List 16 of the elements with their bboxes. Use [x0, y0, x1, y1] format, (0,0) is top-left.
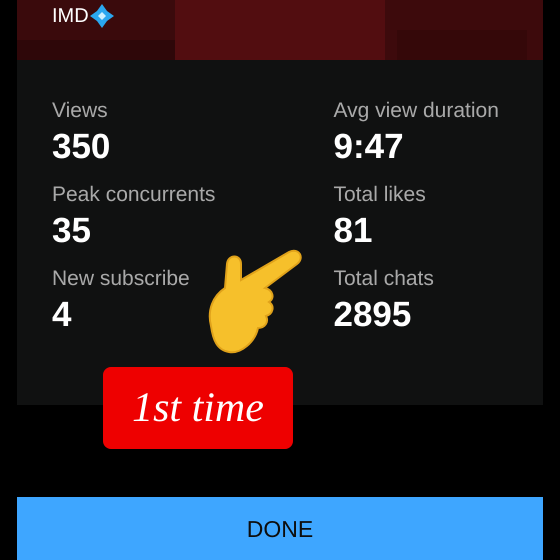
diamond-logo-icon — [88, 3, 115, 29]
stat-label: New subscribe — [52, 266, 191, 292]
stat-label: Total likes — [334, 182, 427, 208]
brand-name: IMD — [52, 4, 89, 29]
time-sticker: 1st time — [103, 367, 293, 449]
stat-value: 4 — [52, 294, 72, 336]
stat-label: Views — [52, 98, 109, 124]
stat-value: 81 — [334, 210, 374, 252]
stat-value: 350 — [52, 126, 112, 168]
stat-label: Total chats — [334, 266, 435, 292]
done-button[interactable]: DONE — [17, 497, 543, 560]
stat-value: 35 — [52, 210, 92, 252]
stat-label: Avg view duration — [334, 98, 500, 124]
stat-label: Peak concurrents — [52, 182, 216, 208]
stat-value: 2895 — [334, 294, 412, 336]
stat-value: 9:47 — [334, 126, 405, 168]
